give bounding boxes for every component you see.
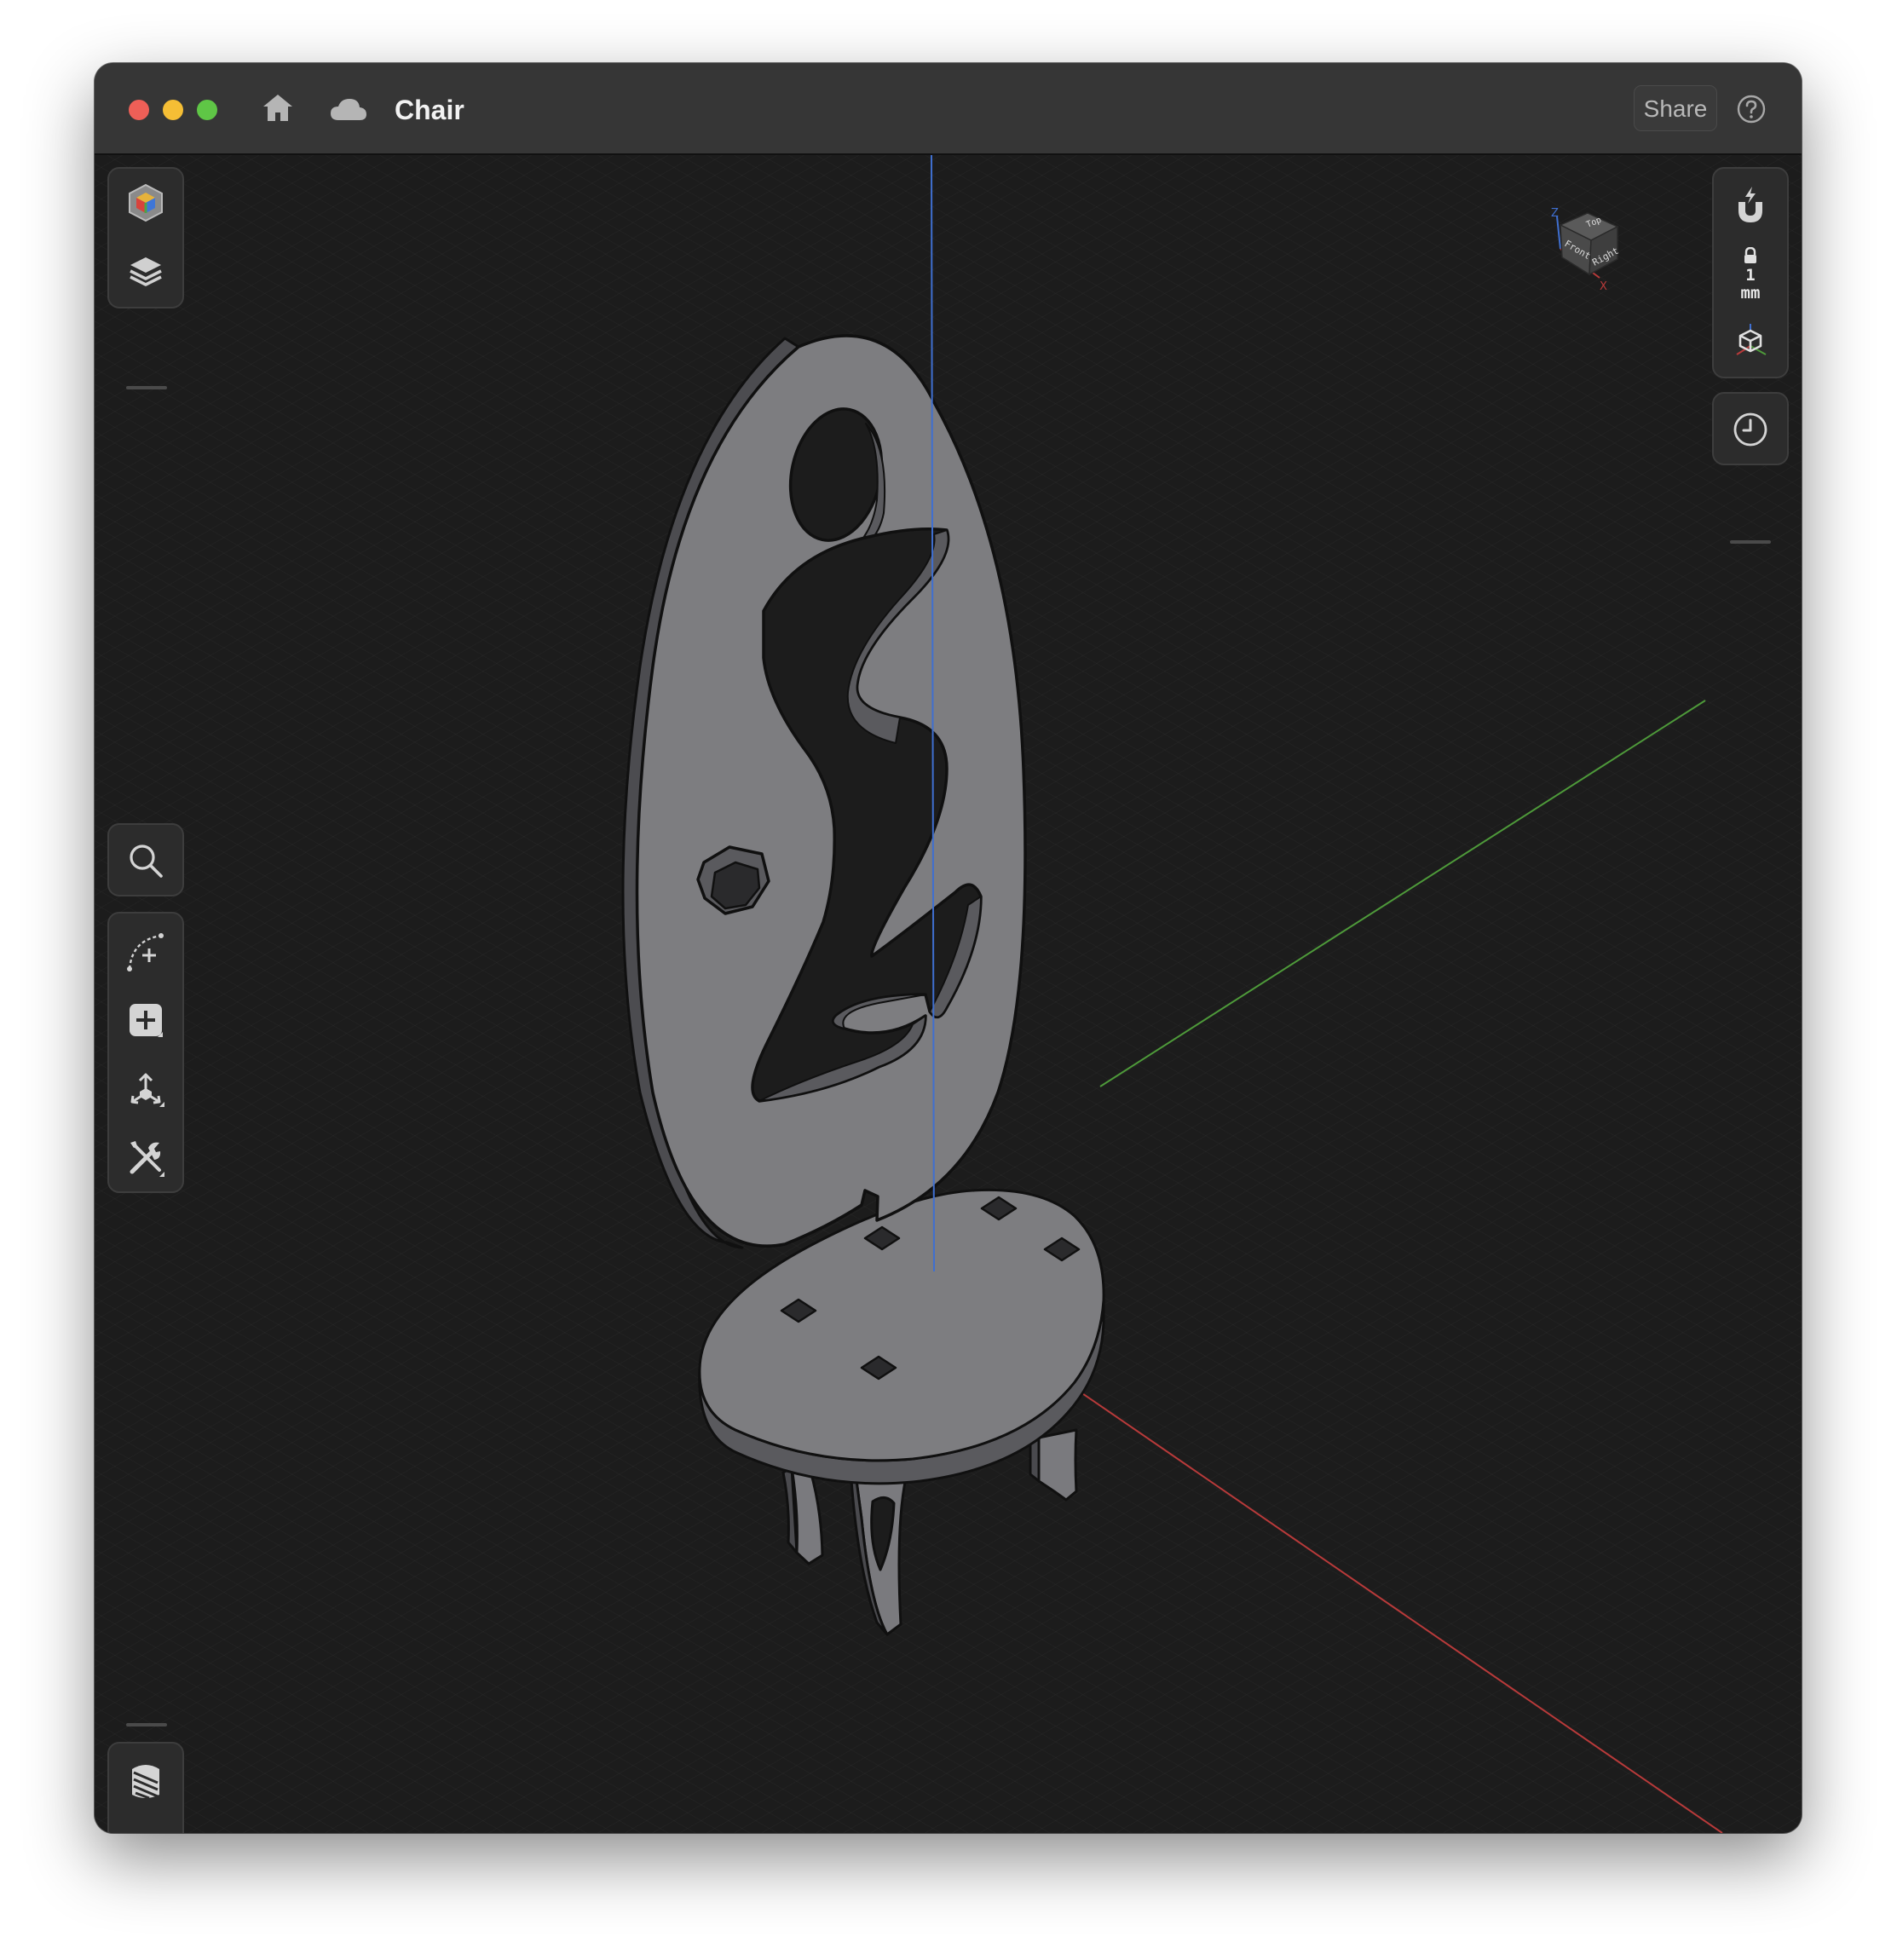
transform-icon[interactable]: [109, 1060, 182, 1116]
left-bottom-separator: [126, 1723, 167, 1727]
add-primitive-icon[interactable]: [109, 992, 182, 1048]
share-button[interactable]: Share: [1634, 85, 1717, 131]
cloud-icon[interactable]: [330, 97, 367, 125]
right-snap-panel: 1 mm: [1712, 167, 1789, 378]
snap-value[interactable]: 1: [1714, 267, 1787, 285]
search-panel: [107, 823, 184, 896]
modify-tools-icon[interactable]: [109, 1130, 182, 1186]
tools-panel: [107, 912, 184, 1193]
view-cube-icon[interactable]: [1714, 315, 1787, 366]
view-cube-navigator[interactable]: Top Front Right Z X: [1537, 199, 1639, 302]
view-cube-x-label: X: [1600, 280, 1607, 293]
home-icon[interactable]: [262, 92, 294, 127]
history-panel: [1712, 392, 1789, 465]
zoom-window-button[interactable]: [197, 100, 217, 120]
lock-icon[interactable]: [1714, 245, 1787, 266]
layers-icon[interactable]: [109, 245, 182, 297]
document-title[interactable]: Chair: [395, 93, 464, 127]
app-window: Chair Share Top Front Right Z X 1 mm: [95, 63, 1802, 1833]
left-bottom-panel: [107, 1742, 184, 1833]
appearance-cube-icon[interactable]: [109, 177, 182, 228]
3d-viewport[interactable]: Top Front Right Z X 1 mm: [95, 155, 1802, 1833]
help-icon[interactable]: [1736, 94, 1767, 129]
minimize-window-button[interactable]: [163, 100, 183, 120]
close-window-button[interactable]: [129, 100, 149, 120]
snap-unit[interactable]: mm: [1714, 285, 1787, 303]
title-bar: Chair Share: [95, 63, 1802, 155]
view-cube-z-label: Z: [1551, 207, 1559, 220]
model-scene[interactable]: [95, 155, 1802, 1833]
left-top-separator: [126, 386, 167, 389]
search-icon[interactable]: [109, 835, 182, 886]
y-axis-line: [1099, 700, 1706, 1087]
history-icon[interactable]: [1714, 404, 1787, 455]
right-separator: [1730, 540, 1771, 544]
x-axis-line: [1065, 1381, 1723, 1833]
measure-icon[interactable]: [109, 1822, 182, 1833]
sketch-arc-icon[interactable]: [109, 924, 182, 980]
left-top-panel: [107, 167, 184, 308]
magnet-icon[interactable]: [1714, 179, 1787, 232]
slice-icon[interactable]: [109, 1754, 182, 1808]
